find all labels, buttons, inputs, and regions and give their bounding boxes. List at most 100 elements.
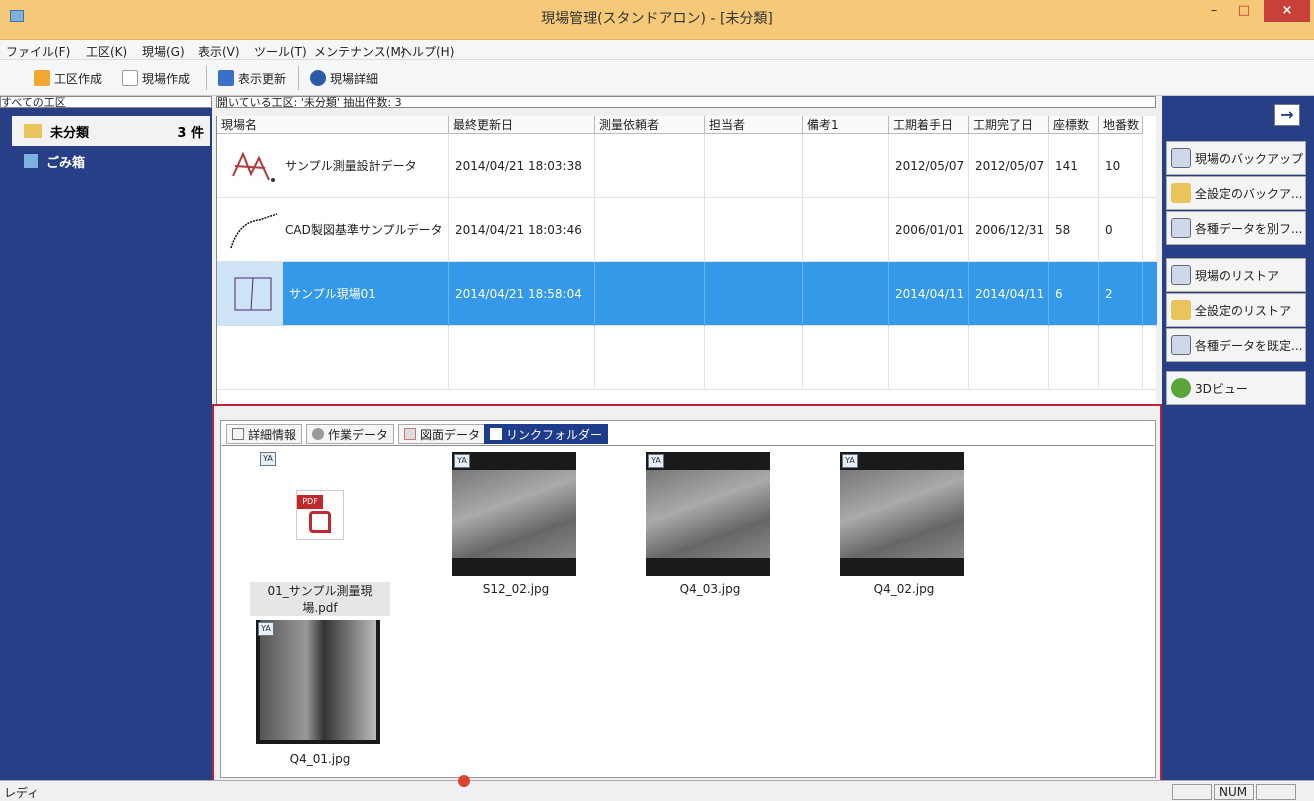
empty-cell [595, 326, 705, 390]
pdf-file-icon[interactable]: PDF [296, 490, 344, 540]
tab-details[interactable]: 詳細情報 [226, 424, 303, 444]
cell-lots: 10 [1099, 134, 1143, 198]
info-icon [232, 428, 244, 440]
photo-thumbnail[interactable]: YA [452, 452, 576, 576]
tree-item-count: 3 件 [177, 125, 204, 141]
restore-site-button[interactable]: 現場のリストア [1166, 258, 1306, 292]
column-header-coords[interactable]: 座標数 [1049, 116, 1099, 134]
table-row-selected[interactable]: サンプル現場01 2014/04/21 18:58:04 2014/04/11 … [217, 262, 1157, 326]
site-thumbnail [234, 277, 272, 311]
tab-drawing-data[interactable]: 図面データ [398, 424, 487, 444]
column-header-start[interactable]: 工期着手日 [889, 116, 969, 134]
button-label: 各種データを別フ... [1195, 221, 1303, 236]
file-name[interactable]: S12_02.jpg [446, 582, 586, 596]
cell-start: 2006/01/01 [889, 198, 969, 262]
cell-requester [595, 134, 705, 198]
ya-badge-icon: YA [842, 454, 858, 468]
menu-file[interactable]: ファイル(F) [6, 43, 70, 60]
column-header-requester[interactable]: 測量依頼者 [595, 116, 705, 134]
empty-cell [217, 326, 449, 390]
photo-image [646, 470, 770, 558]
cell-note [803, 262, 889, 326]
restore-settings-button[interactable]: 全設定のリストア [1166, 293, 1306, 327]
button-label: 現場のバックアップ [1195, 151, 1304, 166]
cell-updated: 2014/04/21 18:58:04 [449, 262, 595, 326]
photo-image [260, 620, 376, 740]
file-name[interactable]: Q4_01.jpg [250, 752, 390, 766]
3d-view-button[interactable]: 3Dビュー [1166, 371, 1306, 405]
window-title: 現場管理(スタンドアロン) - [未分類] [541, 11, 773, 27]
column-header-updated[interactable]: 最終更新日 [449, 116, 595, 134]
menu-view[interactable]: 表示(V) [198, 43, 240, 60]
maximize-button[interactable]: □ [1230, 0, 1258, 22]
collapse-arrow-icon[interactable]: → [1274, 104, 1300, 126]
column-header-name[interactable]: 現場名 [217, 116, 449, 134]
menu-area[interactable]: 工区(K) [86, 43, 127, 60]
menu-bar: ファイル(F) 工区(K) 現場(G) 表示(V) ツール(T) メンテナンス(… [0, 40, 1314, 60]
empty-cell [1099, 326, 1143, 390]
import-data-button[interactable]: 各種データを既定... [1166, 328, 1306, 362]
cell-note [803, 198, 889, 262]
empty-cell [969, 326, 1049, 390]
cell-name: サンプル測量設計データ [279, 134, 449, 198]
export-data-button[interactable]: 各種データを別フ... [1166, 211, 1306, 245]
menu-help[interactable]: ヘルプ(H) [400, 43, 454, 60]
file-name[interactable]: Q4_02.jpg [834, 582, 974, 596]
menu-maintenance[interactable]: メンテナンス(M) [314, 43, 405, 60]
work-data-icon [312, 428, 324, 440]
create-site-icon [122, 70, 138, 86]
refresh-label: 表示更新 [238, 71, 287, 86]
close-button[interactable]: × [1264, 0, 1310, 22]
create-site-button[interactable]: 現場作成 [122, 68, 190, 88]
toolbar-separator [206, 66, 207, 90]
photo-thumbnail[interactable]: YA [256, 620, 380, 744]
tree-item-trash[interactable]: ごみ箱 [12, 148, 202, 174]
backup-site-button[interactable]: 現場のバックアップ [1166, 141, 1306, 175]
cell-start: 2012/05/07 [889, 134, 969, 198]
site-thumbnail [232, 151, 275, 182]
cell-requester [595, 262, 705, 326]
table-row[interactable]: サンプル測量設計データ 2014/04/21 18:03:38 2012/05/… [217, 134, 1157, 198]
tab-link-folder[interactable]: リンクフォルダー [484, 424, 609, 444]
backup-icon [1171, 148, 1191, 168]
column-header-note[interactable]: 備考1 [803, 116, 889, 134]
photo-thumbnail[interactable]: YA [840, 452, 964, 576]
refresh-button[interactable]: 表示更新 [218, 68, 286, 88]
photo-thumbnail[interactable]: YA [646, 452, 770, 576]
create-area-button[interactable]: 工区作成 [34, 68, 102, 88]
site-detail-button[interactable]: 現場詳細 [310, 68, 378, 88]
create-area-label: 工区作成 [54, 71, 103, 86]
table-row[interactable]: CAD製図基準サンプルデータ 2014/04/21 18:03:46 2006/… [217, 198, 1157, 262]
cell-end: 2006/12/31 [969, 198, 1049, 262]
ya-badge-icon: YA [648, 454, 664, 468]
tree-item-label: ごみ箱 [46, 155, 86, 171]
site-detail-label: 現場詳細 [330, 71, 379, 86]
minimize-button[interactable]: – [1200, 0, 1228, 22]
column-header-end[interactable]: 工期完了日 [969, 116, 1049, 134]
tab-work-data[interactable]: 作業データ [306, 424, 395, 444]
empty-cell [803, 326, 889, 390]
cell-updated: 2014/04/21 18:03:38 [449, 134, 595, 198]
cell-coords: 141 [1049, 134, 1099, 198]
backup-settings-button[interactable]: 全設定のバックア... [1166, 176, 1306, 210]
restore-icon [1171, 265, 1191, 285]
ya-badge-icon: YA [260, 452, 276, 466]
trash-icon [24, 154, 38, 168]
left-pane-header: すべての工区 [0, 96, 212, 109]
menu-site[interactable]: 現場(G) [142, 43, 185, 60]
tree-item-uncategorized[interactable]: 未分類 3 件 [12, 116, 210, 146]
cell-lots: 2 [1099, 262, 1143, 326]
column-header-lots[interactable]: 地番数 [1099, 116, 1143, 134]
ya-badge-icon: YA [258, 622, 274, 636]
cell-start: 2014/04/11 [889, 262, 969, 326]
file-name[interactable]: 01_サンプル測量現場.pdf [250, 582, 390, 616]
info-icon [310, 70, 326, 86]
cell-coords: 6 [1049, 262, 1099, 326]
site-thumbnail [230, 213, 278, 249]
tree-item-label: 未分類 [50, 125, 90, 141]
file-name[interactable]: Q4_03.jpg [640, 582, 780, 596]
column-header-person[interactable]: 担当者 [705, 116, 803, 134]
cell-person [705, 262, 803, 326]
menu-tools[interactable]: ツール(T) [254, 43, 307, 60]
cell-lots: 0 [1099, 198, 1143, 262]
